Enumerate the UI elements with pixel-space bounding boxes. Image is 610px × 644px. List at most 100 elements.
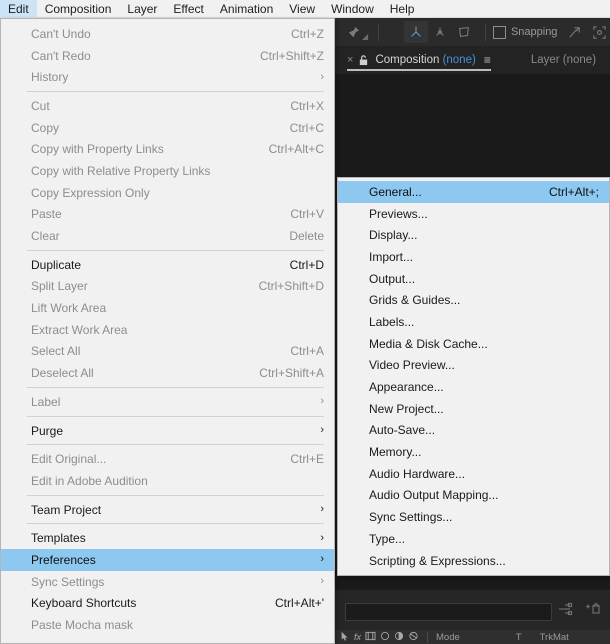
menubar-item-edit[interactable]: Edit <box>0 0 37 17</box>
prefs-menu-item-media-disk-cache[interactable]: Media & Disk Cache... <box>338 333 609 355</box>
edit-menu-separator <box>27 494 324 496</box>
menubar-item-view[interactable]: View <box>281 0 323 17</box>
edit-menu-item-shortcut: Ctrl+Shift+Z <box>259 48 324 63</box>
menubar-item-composition[interactable]: Composition <box>37 0 120 17</box>
region-of-interest-icon[interactable] <box>589 21 610 43</box>
prefs-menu-item-label: Sync Settings... <box>369 510 453 525</box>
edit-menu-item-paste: Paste Ctrl+V <box>1 204 334 226</box>
axis-view-icon[interactable] <box>428 21 452 43</box>
snapping-toggle[interactable]: Snapping <box>492 25 557 39</box>
edit-menu-item-label: Edit Original... <box>31 452 107 467</box>
chevron-right-icon: › <box>320 575 324 588</box>
edit-menu-item-copy-with-relative-property-links: Copy with Relative Property Links <box>1 160 334 182</box>
prefs-menu-item-video-preview[interactable]: Video Preview... <box>338 355 609 377</box>
panel-menu-icon[interactable]: ≡ <box>484 54 491 66</box>
edit-menu-item-label: Deselect All <box>31 366 94 381</box>
half-circle-icon[interactable] <box>394 631 404 644</box>
snap-magnet-icon[interactable] <box>563 21 584 43</box>
edit-menu-item-split-layer: Split Layer Ctrl+Shift+D <box>1 276 334 298</box>
edit-menu-item-sync-settings: Sync Settings › <box>1 571 334 593</box>
menubar-item-window[interactable]: Window <box>323 0 382 17</box>
edit-menu-item-cut: Cut Ctrl+X <box>1 95 334 117</box>
prefs-menu-item-scripting-expressions[interactable]: Scripting & Expressions... <box>338 550 609 572</box>
composition-tab-label: Composition <box>375 54 440 66</box>
fx-icon[interactable]: fx <box>354 632 361 642</box>
edit-menu-item-shortcut: Ctrl+Shift+A <box>259 366 324 381</box>
composition-panel-tab[interactable]: × Composition (none) ≡ <box>341 46 491 74</box>
close-icon[interactable]: × <box>341 54 358 66</box>
edit-menu-item-label: Paste Mocha mask <box>31 618 134 633</box>
prefs-menu-item-label: Audio Hardware... <box>369 466 466 481</box>
menubar-item-animation[interactable]: Animation <box>212 0 281 17</box>
chevron-right-icon: › <box>320 553 324 566</box>
edit-menu-item-label: Split Layer <box>31 279 88 294</box>
prefs-menu-item-grids-guides[interactable]: Grids & Guides... <box>338 289 609 311</box>
prefs-menu-item-sync-settings[interactable]: Sync Settings... <box>338 506 609 528</box>
prefs-menu-item-output[interactable]: Output... <box>338 268 609 290</box>
prefs-menu-item-import[interactable]: Import... <box>338 246 609 268</box>
prefs-menu-item-memory[interactable]: Memory... <box>338 441 609 463</box>
edit-menu-item-copy-expression-only: Copy Expression Only <box>1 182 334 204</box>
edit-menu-separator <box>27 387 324 388</box>
prefs-menu-item-label: General... <box>369 184 422 199</box>
menubar-item-help[interactable]: Help <box>382 0 423 17</box>
edit-menu-item-keyboard-shortcuts[interactable]: Keyboard Shortcuts Ctrl+Alt+' <box>1 593 334 615</box>
prefs-menu-item-previews[interactable]: Previews... <box>338 203 609 225</box>
arrow-select-icon[interactable] <box>340 631 350 644</box>
edit-menu-item-label: History <box>31 70 69 85</box>
axis-world-icon[interactable] <box>404 21 429 43</box>
tool-expand-caret-icon[interactable]: ◢ <box>362 32 368 41</box>
edit-menu-item-label: Preferences <box>31 552 96 567</box>
edit-menu-item-label: Label <box>31 394 61 409</box>
edit-menu-item-label: Can't Redo <box>31 48 91 63</box>
prefs-menu-item-audio-hardware[interactable]: Audio Hardware... <box>338 463 609 485</box>
axis-local-icon[interactable] <box>452 21 476 43</box>
menubar-item-layer[interactable]: Layer <box>119 0 165 17</box>
prefs-menu-item-auto-save[interactable]: Auto-Save... <box>338 420 609 442</box>
prefs-menu-item-label: Auto-Save... <box>369 423 436 438</box>
edit-menu-item-shortcut: Ctrl+E <box>290 452 324 467</box>
prefs-menu-item-audio-output-mapping[interactable]: Audio Output Mapping... <box>338 485 609 507</box>
active-tab-underline <box>347 69 491 71</box>
snapping-checkbox[interactable] <box>492 25 506 39</box>
prefs-menu-item-new-project[interactable]: New Project... <box>338 398 609 420</box>
prefs-menu-item-type[interactable]: Type... <box>338 528 609 550</box>
edit-menu-item-purge[interactable]: Purge › <box>1 420 334 442</box>
filmstrip-icon[interactable] <box>365 631 376 644</box>
edit-menu-item-templates[interactable]: Templates › <box>1 527 334 549</box>
edit-menu-item-shortcut: Ctrl+V <box>290 207 324 222</box>
edit-menu-item-lift-work-area: Lift Work Area <box>1 297 334 319</box>
edit-menu-item-label: Label › <box>1 391 334 413</box>
timeline-search-input[interactable] <box>345 603 552 621</box>
shy-layers-icon[interactable] <box>585 601 601 622</box>
circle-icon[interactable] <box>380 631 390 644</box>
menubar-item-effect[interactable]: Effect <box>165 0 211 17</box>
prefs-menu-item-label: Video Preview... <box>369 358 455 373</box>
edit-menu-item-label: Copy with Property Links <box>31 142 164 157</box>
edit-menu-item-label: Copy with Relative Property Links <box>31 163 211 178</box>
edit-menu-item-team-project[interactable]: Team Project › <box>1 499 334 521</box>
prefs-menu-item-general[interactable]: General... Ctrl+Alt+; <box>338 181 609 203</box>
chevron-right-icon: › <box>320 70 324 83</box>
prefs-menu-item-label: Display... <box>369 228 418 243</box>
layer-panel-tab[interactable]: Layer (none) <box>531 54 596 66</box>
prefs-menu-item-display[interactable]: Display... <box>338 224 609 246</box>
edit-menu-item-shortcut: Ctrl+Shift+D <box>258 279 324 294</box>
edit-menu-item-shortcut: Ctrl+Z <box>291 26 324 41</box>
chevron-right-icon: › <box>320 424 324 437</box>
parent-link-icon[interactable] <box>557 601 573 622</box>
prefs-menu-item-label: Media & Disk Cache... <box>369 336 488 351</box>
column-mode: Mode <box>436 631 460 643</box>
edit-dropdown-menu: Can't Undo Ctrl+Z Can't Redo Ctrl+Shift+Z Hi… <box>0 18 335 644</box>
edit-menu-item-preferences[interactable]: Preferences › <box>1 549 334 571</box>
prefs-menu-item-label: Memory... <box>369 445 422 460</box>
edit-menu-item-label: Sync Settings <box>31 574 105 589</box>
edit-menu-item-label: Paste <box>31 207 62 222</box>
prefs-menu-item-appearance[interactable]: Appearance... <box>338 376 609 398</box>
prefs-menu-item-labels[interactable]: Labels... <box>338 311 609 333</box>
edit-menu-item-label: Can't Undo <box>31 26 91 41</box>
edit-menu-item-label: Extract Work Area <box>31 322 128 337</box>
edit-menu-item-duplicate[interactable]: Duplicate Ctrl+D <box>1 254 334 276</box>
lock-icon[interactable] <box>358 54 369 66</box>
shape-icon[interactable] <box>408 631 419 644</box>
